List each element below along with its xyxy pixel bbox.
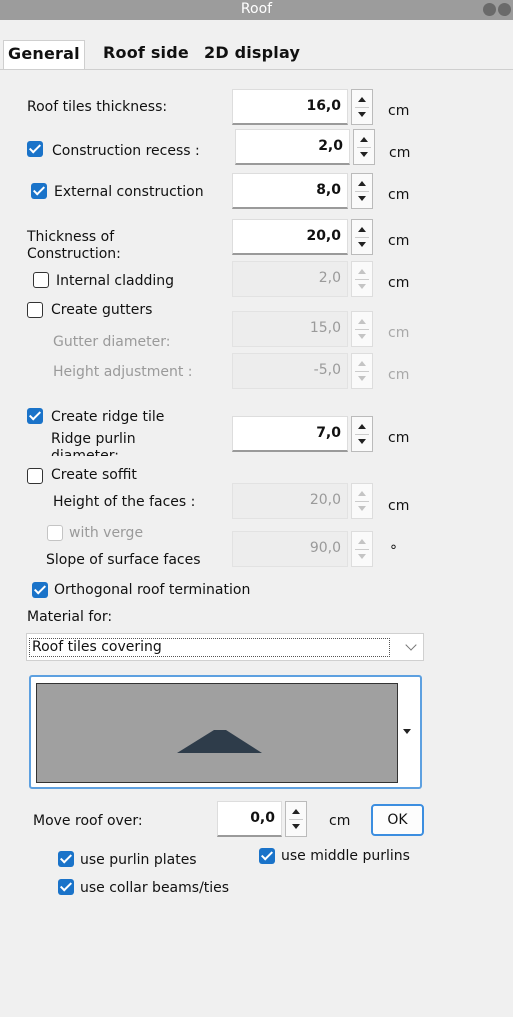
slope-of-surface-faces-unit: °	[390, 543, 397, 559]
internal-cladding-value[interactable]: 2,0	[232, 261, 348, 297]
ridge-purlin-diameter-label: Ridge purlin diameter:	[51, 431, 136, 456]
help-icon[interactable]	[483, 3, 496, 16]
external-construction-value[interactable]: 8,0	[232, 173, 348, 209]
spin-arrows-icon[interactable]	[351, 219, 373, 255]
internal-cladding-spinner[interactable]: 2,0	[232, 261, 373, 297]
tab-bar: General Roof side 2D display	[0, 21, 513, 70]
height-adjustment-unit: cm	[388, 367, 410, 383]
internal-cladding-checkbox[interactable]	[33, 272, 49, 288]
roof-tiles-thickness-value[interactable]: 16,0	[232, 89, 348, 125]
use-collar-beams-label: use collar beams/ties	[80, 880, 230, 896]
external-construction-label: External construction	[54, 184, 204, 200]
tab-general[interactable]: General	[3, 40, 85, 69]
ok-button[interactable]: OK	[371, 804, 424, 836]
create-soffit-checkbox[interactable]	[27, 468, 43, 484]
external-construction-checkbox[interactable]	[31, 183, 47, 199]
construction-recess-label: Construction recess :	[52, 143, 200, 159]
title-bar: Roof	[0, 0, 513, 20]
create-ridge-tile-label: Create ridge tile	[51, 409, 165, 425]
external-construction-unit: cm	[388, 187, 410, 203]
create-gutters-label: Create gutters	[51, 302, 153, 318]
thickness-of-construction-spinner[interactable]: 20,0	[232, 219, 373, 255]
slope-of-surface-faces-spinner[interactable]: 90,0	[232, 531, 373, 567]
spin-arrows-icon[interactable]	[351, 416, 373, 452]
preview-dropdown-icon[interactable]	[403, 729, 411, 734]
material-for-label: Material for:	[27, 609, 113, 625]
use-collar-beams-checkbox[interactable]	[58, 879, 74, 895]
with-verge-label: with verge	[69, 525, 144, 541]
construction-recess-unit: cm	[389, 145, 411, 161]
ridge-purlin-diameter-value[interactable]: 7,0	[232, 416, 348, 452]
with-verge-checkbox[interactable]	[47, 525, 63, 541]
height-of-faces-label: Height of the faces :	[53, 494, 196, 510]
create-gutters-checkbox[interactable]	[27, 302, 43, 318]
spin-arrows-icon[interactable]	[351, 483, 373, 519]
construction-recess-checkbox[interactable]	[27, 141, 43, 157]
move-roof-over-unit: cm	[329, 813, 351, 829]
internal-cladding-unit: cm	[388, 275, 410, 291]
height-of-faces-unit: cm	[388, 498, 410, 514]
gutter-diameter-spinner[interactable]: 15,0	[232, 311, 373, 347]
roof-shape-icon	[177, 730, 262, 753]
spin-arrows-icon[interactable]	[351, 173, 373, 209]
chevron-down-icon[interactable]	[405, 639, 417, 651]
create-soffit-label: Create soffit	[51, 467, 137, 483]
use-purlin-plates-checkbox[interactable]	[58, 851, 74, 867]
height-adjustment-label: Height adjustment :	[53, 364, 193, 380]
spin-arrows-icon[interactable]	[351, 261, 373, 297]
orthogonal-roof-termination-label: Orthogonal roof termination	[54, 582, 251, 598]
roof-tiles-thickness-unit: cm	[388, 103, 410, 119]
close-icon[interactable]	[498, 3, 511, 16]
move-roof-over-label: Move roof over:	[33, 813, 143, 829]
material-preview[interactable]	[29, 675, 422, 789]
slope-of-surface-faces-value[interactable]: 90,0	[232, 531, 348, 567]
material-preview-swatch	[36, 683, 398, 783]
tab-roof-side[interactable]: Roof side	[103, 43, 189, 62]
height-of-faces-value[interactable]: 20,0	[232, 483, 348, 519]
tab-2d-display[interactable]: 2D display	[204, 43, 300, 62]
use-middle-purlins-label: use middle purlins	[281, 848, 410, 864]
title-bar-icons	[483, 3, 511, 16]
height-adjustment-spinner[interactable]: -5,0	[232, 353, 373, 389]
gutter-diameter-unit: cm	[388, 325, 410, 341]
internal-cladding-label: Internal cladding	[56, 273, 174, 289]
move-roof-over-value[interactable]: 0,0	[217, 801, 282, 837]
height-of-faces-spinner[interactable]: 20,0	[232, 483, 373, 519]
move-roof-over-spinner[interactable]: 0,0	[217, 801, 307, 837]
thickness-of-construction-unit: cm	[388, 233, 410, 249]
gutter-diameter-label: Gutter diameter:	[53, 334, 171, 350]
use-purlin-plates-label: use purlin plates	[80, 852, 197, 868]
roof-tiles-thickness-spinner[interactable]: 16,0	[232, 89, 373, 125]
thickness-of-construction-label: Thickness of Construction:	[27, 229, 121, 262]
window-title: Roof	[240, 1, 273, 17]
construction-recess-value[interactable]: 2,0	[235, 129, 350, 165]
slope-of-surface-faces-label: Slope of surface faces	[46, 552, 201, 568]
roof-tiles-thickness-label: Roof tiles thickness:	[27, 99, 168, 115]
material-selected-value: Roof tiles covering	[29, 638, 390, 657]
height-adjustment-value[interactable]: -5,0	[232, 353, 348, 389]
spin-arrows-icon[interactable]	[351, 89, 373, 125]
create-ridge-tile-checkbox[interactable]	[27, 408, 43, 424]
spin-arrows-icon[interactable]	[351, 531, 373, 567]
ridge-purlin-diameter-unit: cm	[388, 430, 410, 446]
thickness-of-construction-value[interactable]: 20,0	[232, 219, 348, 255]
material-dropdown[interactable]: Roof tiles covering	[26, 633, 424, 661]
spin-arrows-icon[interactable]	[285, 801, 307, 837]
spin-arrows-icon[interactable]	[351, 353, 373, 389]
external-construction-spinner[interactable]: 8,0	[232, 173, 373, 209]
construction-recess-spinner[interactable]: 2,0	[235, 129, 375, 165]
orthogonal-roof-termination-checkbox[interactable]	[32, 582, 48, 598]
spin-arrows-icon[interactable]	[353, 129, 375, 165]
ridge-purlin-diameter-spinner[interactable]: 7,0	[232, 416, 373, 452]
use-middle-purlins-checkbox[interactable]	[259, 848, 275, 864]
spin-arrows-icon[interactable]	[351, 311, 373, 347]
gutter-diameter-value[interactable]: 15,0	[232, 311, 348, 347]
